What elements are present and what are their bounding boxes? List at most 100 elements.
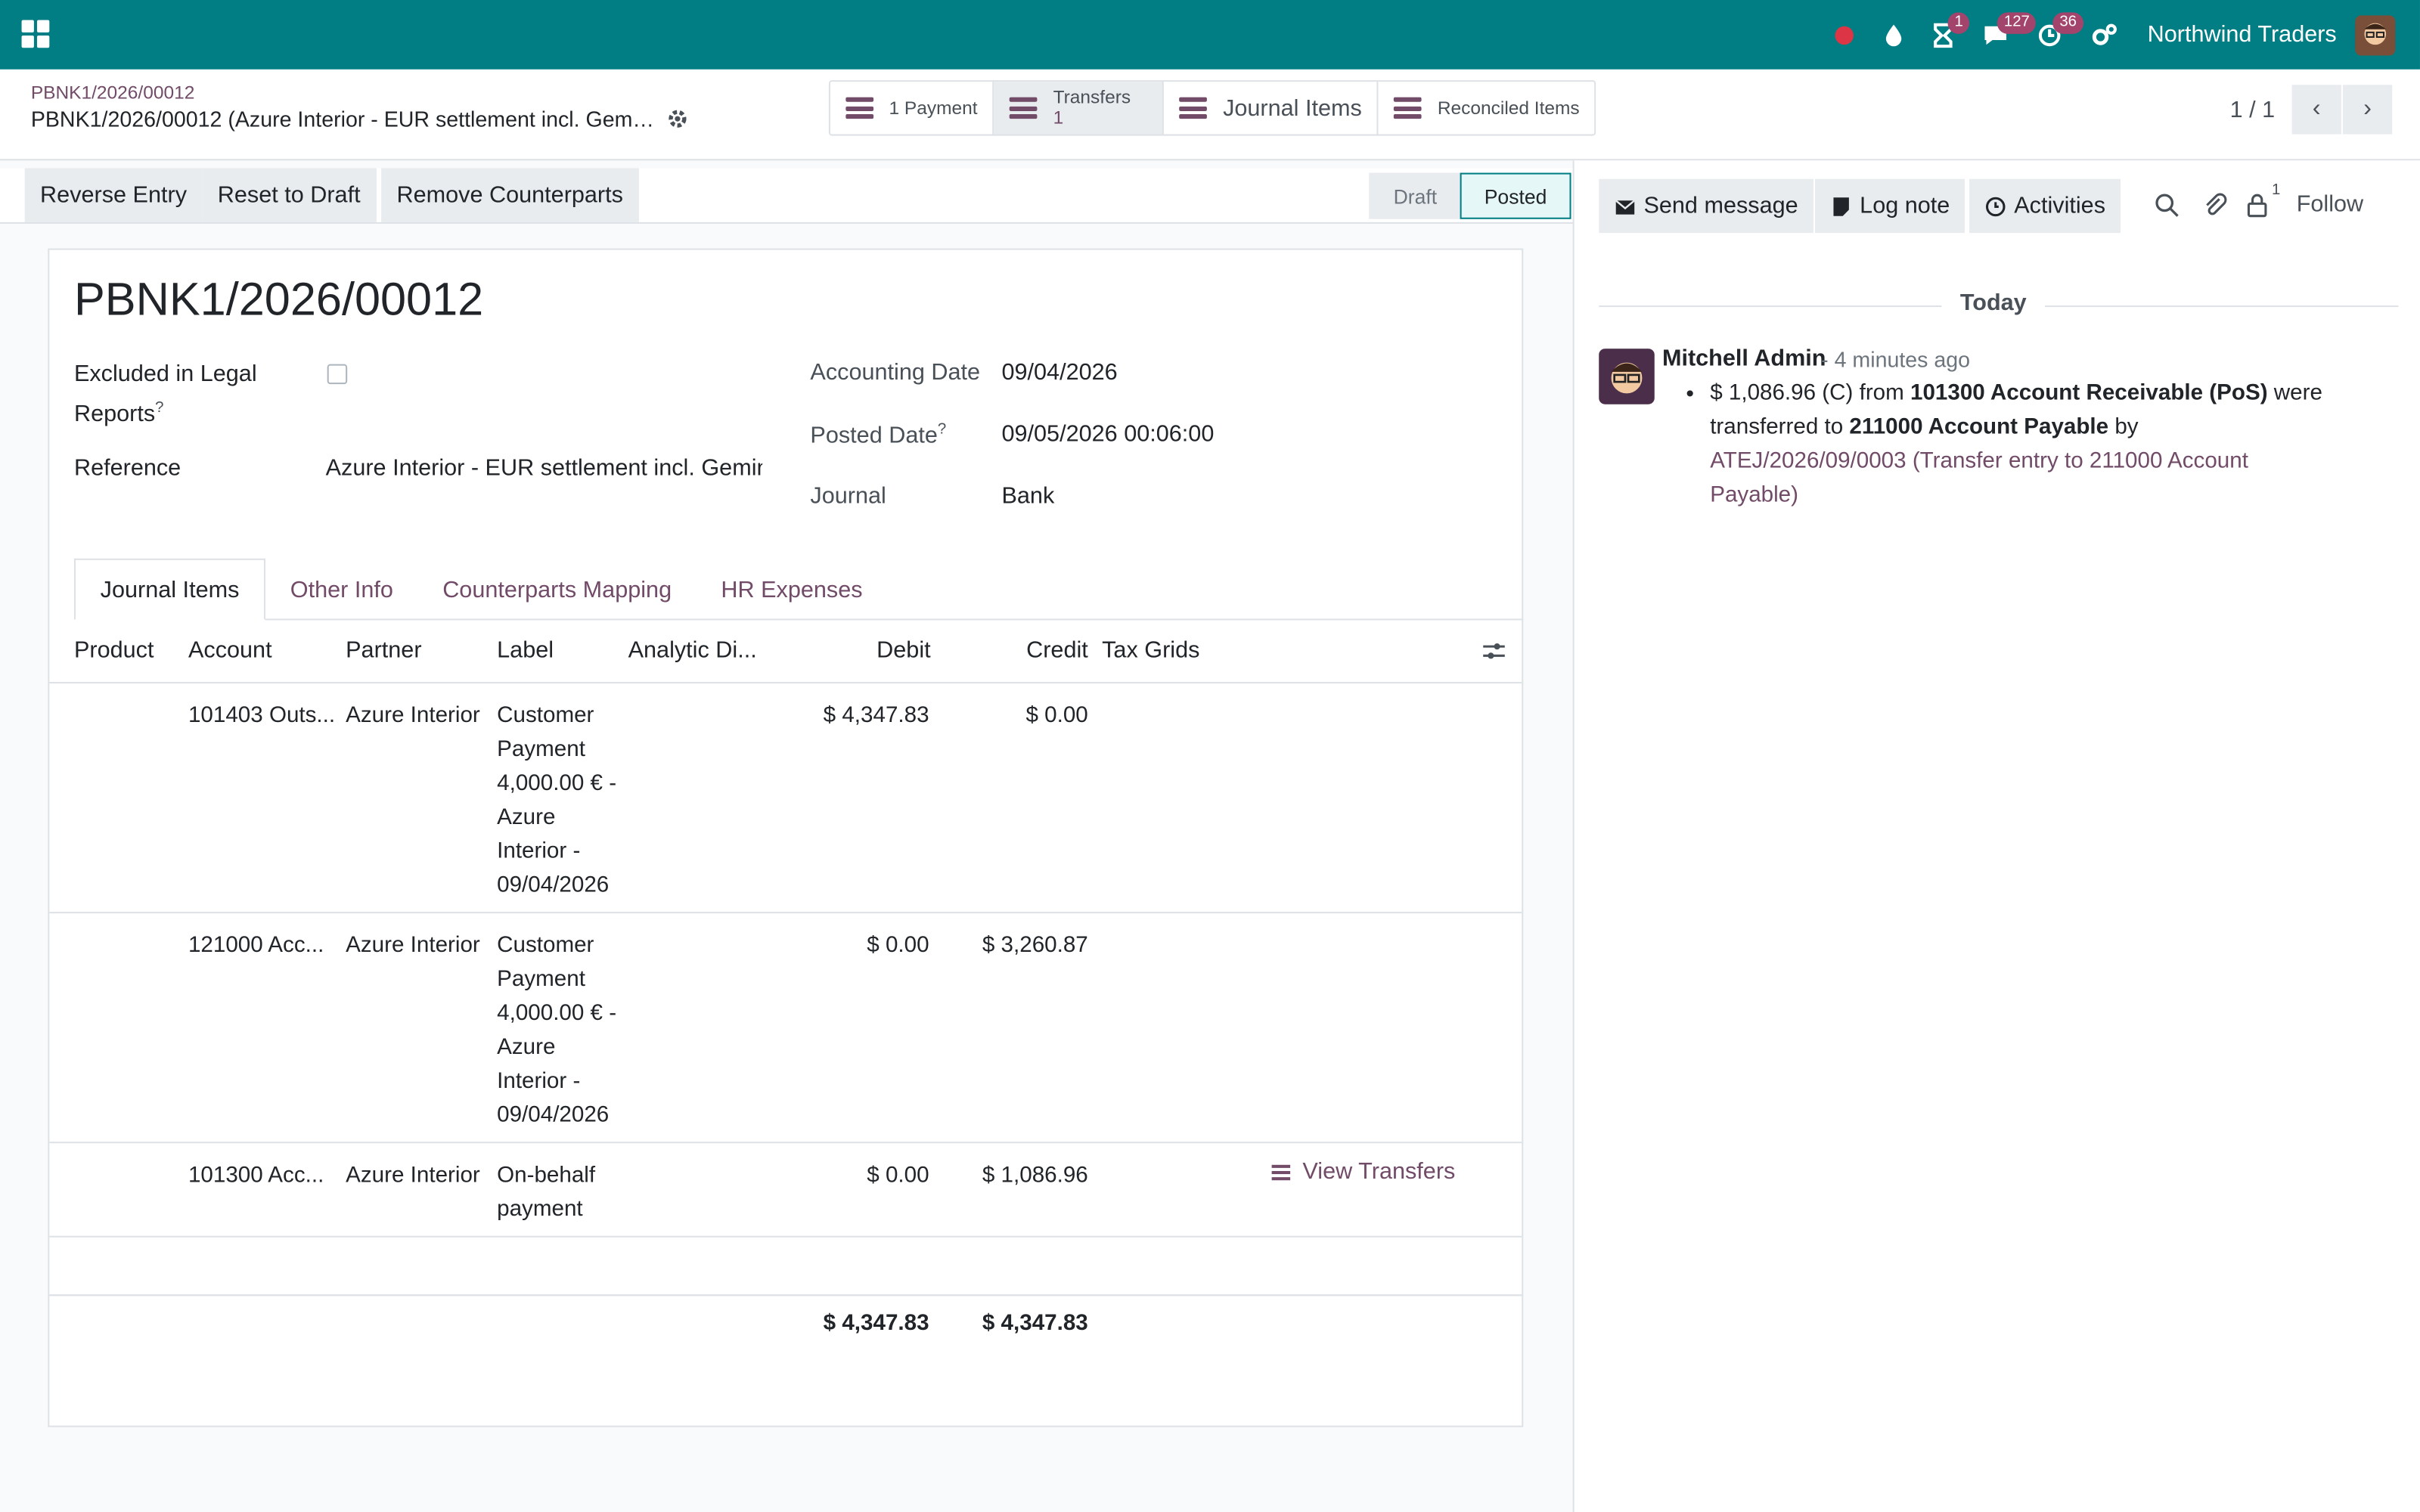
row-account: 101300 Acc...: [188, 1163, 324, 1188]
reference-field[interactable]: Azure Interior - EUR settlement incl. Ge…: [326, 455, 763, 482]
gear-icon[interactable]: [667, 108, 689, 130]
lock-icon[interactable]: [2244, 191, 2272, 219]
follower-count[interactable]: 1: [2272, 182, 2280, 199]
clock-icon[interactable]: 36: [2038, 0, 2083, 70]
message-text: $ 1,086.96 (C) from 101300 Account Recei…: [1710, 376, 2327, 513]
envelope-icon: [1615, 199, 1635, 214]
column-debit[interactable]: Debit: [876, 637, 930, 664]
total-debit: $ 4,347.83: [823, 1311, 929, 1337]
row-label: On-behalf payment: [497, 1163, 596, 1222]
transfer-entry-link[interactable]: ATEJ/2026/09/0003 (Transfer entry to 211…: [1710, 449, 2248, 508]
reconciled-items-smart-button[interactable]: Reconciled Items: [1379, 82, 1595, 134]
payment-smart-button[interactable]: 1 Payment: [830, 82, 995, 135]
row-debit: $ 4,347.83: [823, 703, 929, 729]
messages-badge: 127: [1997, 12, 2037, 34]
add-line-row[interactable]: [49, 1238, 1522, 1297]
help-tooltip-icon[interactable]: ?: [155, 400, 163, 417]
column-analytic[interactable]: Analytic Di...: [628, 637, 757, 664]
posted-date-label: Posted Date?: [810, 421, 947, 449]
column-tax-grids[interactable]: Tax Grids: [1102, 637, 1199, 664]
optional-columns-icon[interactable]: [1481, 639, 1506, 664]
page-title: PBNK1/2026/00012: [73, 274, 484, 326]
tab-hr-expenses[interactable]: HR Expenses: [697, 559, 887, 621]
table-row[interactable]: 121000 Acc... Azure Interior Customer Pa…: [49, 913, 1522, 1144]
total-credit: $ 4,347.83: [982, 1311, 1088, 1337]
search-icon[interactable]: [2153, 191, 2181, 219]
pager-next-button[interactable]: ›: [2342, 85, 2393, 135]
column-label[interactable]: Label: [497, 637, 554, 664]
tab-counterparts-mapping[interactable]: Counterparts Mapping: [418, 559, 697, 621]
smart-buttons: 1 Payment Transfers 1 Journal Items Reco…: [828, 80, 1597, 136]
chatter: Send message Log note Activities 1 Follo…: [1572, 160, 2420, 1512]
column-product[interactable]: Product: [74, 637, 154, 664]
drop-icon[interactable]: [1884, 0, 1906, 70]
list-icon: [845, 97, 874, 119]
table-header: Product Account Partner Label Analytic D…: [49, 620, 1522, 684]
table-row[interactable]: 101403 Outs... Azure Interior Customer P…: [49, 683, 1522, 914]
app-root: 1 127 36 Northwind Traders PBNK1/2026/00…: [0, 0, 2420, 1512]
date-separator-label: Today: [1941, 290, 2046, 317]
paperclip-icon[interactable]: [2201, 191, 2229, 219]
note-icon: [1833, 197, 1849, 215]
list-icon: [1271, 1163, 1291, 1180]
message-author[interactable]: Mitchell Admin: [1662, 345, 1826, 372]
row-label: Customer Payment 4,000.00 € - Azure Inte…: [497, 933, 617, 1128]
list-icon: [1010, 97, 1038, 119]
send-message-button[interactable]: Send message: [1599, 178, 1814, 234]
debug-gears-icon[interactable]: [2090, 0, 2118, 70]
breadcrumb-parent[interactable]: PBNK1/2026/00012: [31, 82, 195, 104]
hourglass-icon[interactable]: 1: [1933, 0, 1970, 70]
row-debit: $ 0.00: [867, 1163, 929, 1188]
company-switcher[interactable]: Northwind Traders: [2148, 22, 2337, 48]
chevron-right-icon: ›: [2363, 95, 2372, 122]
row-account: 101403 Outs...: [188, 703, 336, 729]
pager-value[interactable]: 1 / 1: [2230, 97, 2276, 123]
remove-counterparts-button[interactable]: Remove Counterparts: [381, 168, 639, 222]
row-debit: $ 0.00: [867, 933, 929, 959]
tab-other-info[interactable]: Other Info: [265, 559, 417, 621]
form-sheet: PBNK1/2026/00012 Excluded in Legal Repor…: [48, 248, 1524, 1427]
apps-menu-icon[interactable]: [21, 20, 50, 48]
activities-badge: 1: [1948, 12, 1970, 34]
message-time: - 4 minutes ago: [1821, 347, 1971, 372]
systray: 1 127 36 Northwind Traders: [1820, 0, 2420, 70]
chevron-left-icon: ‹: [2312, 95, 2321, 122]
stage-draft[interactable]: Draft: [1369, 172, 1462, 219]
journal-field[interactable]: Bank: [1001, 483, 1054, 510]
table-totals: $ 4,347.83 $ 4,347.83: [49, 1294, 1522, 1353]
record-icon[interactable]: [1834, 0, 1856, 70]
row-credit: $ 1,086.96: [982, 1163, 1088, 1188]
journal-items-smart-button[interactable]: Journal Items: [1165, 82, 1379, 135]
help-tooltip-icon[interactable]: ?: [938, 421, 946, 438]
reset-to-draft-button[interactable]: Reset to Draft: [202, 168, 377, 222]
row-partner: Azure Interior: [346, 933, 480, 959]
accounting-date-field[interactable]: 09/04/2026: [1001, 360, 1117, 386]
user-avatar[interactable]: [2355, 14, 2396, 55]
column-partner[interactable]: Partner: [346, 637, 421, 664]
breadcrumb-current: PBNK1/2026/00012 (Azure Interior - EUR s…: [30, 106, 656, 132]
reverse-entry-button[interactable]: Reverse Entry: [24, 168, 203, 222]
excluded-legal-checkbox[interactable]: [327, 364, 348, 385]
transfers-smart-button[interactable]: Transfers 1: [994, 82, 1165, 135]
clock-icon: [1985, 196, 2006, 216]
list-icon: [1179, 97, 1208, 119]
list-icon: [1394, 97, 1423, 119]
follow-button[interactable]: Follow: [2297, 191, 2363, 218]
tab-journal-items[interactable]: Journal Items: [73, 558, 266, 621]
view-transfers-button[interactable]: View Transfers: [1271, 1159, 1455, 1185]
column-account[interactable]: Account: [188, 637, 272, 664]
posted-date-field[interactable]: 09/05/2026 00:06:00: [1001, 421, 1214, 448]
row-partner: Azure Interior: [346, 1163, 480, 1188]
row-label: Customer Payment 4,000.00 € - Azure Inte…: [497, 703, 617, 898]
accounting-date-label: Accounting Date: [810, 359, 981, 386]
messages-icon[interactable]: 127: [1982, 0, 2037, 70]
top-navbar: 1 127 36 Northwind Traders: [0, 0, 2420, 70]
activities-button[interactable]: Activities: [1969, 178, 2121, 234]
column-credit[interactable]: Credit: [1026, 637, 1088, 664]
pager-previous-button[interactable]: ‹: [2291, 85, 2341, 135]
avatar[interactable]: [1599, 349, 1655, 404]
table-row[interactable]: 101300 Acc... Azure Interior On-behalf p…: [49, 1143, 1522, 1238]
stage-posted[interactable]: Posted: [1460, 172, 1571, 219]
log-note-button[interactable]: Log note: [1814, 178, 1965, 234]
journal-label: Journal: [810, 482, 886, 510]
